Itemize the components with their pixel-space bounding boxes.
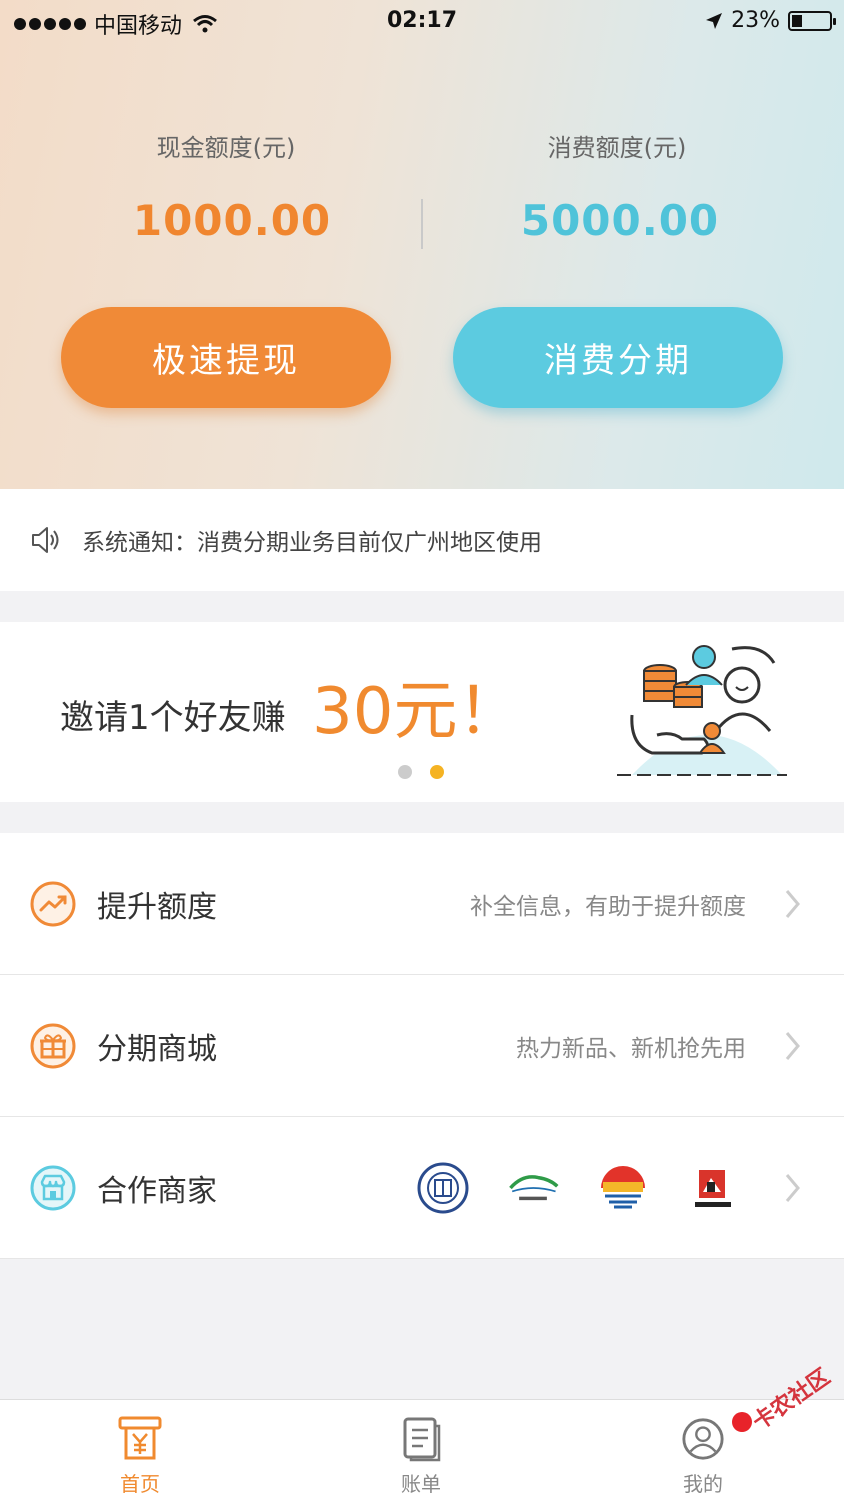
- speaker-icon: [32, 527, 59, 553]
- tab-bar: 首页 账单 我的: [0, 1399, 844, 1500]
- trend-up-icon: [30, 881, 76, 926]
- partner-seal-logo-icon[interactable]: [417, 1162, 469, 1214]
- partner-car-logo-icon[interactable]: [507, 1162, 559, 1214]
- carousel-dots: [398, 765, 444, 779]
- list-item-desc: 补全信息，有助于提升额度: [470, 893, 746, 920]
- chevron-right-icon: [785, 1173, 800, 1202]
- feature-list: 提升额度 补全信息，有助于提升额度 分期商城 热力新品、新机抢先用 合作商家: [0, 833, 844, 1259]
- location-arrow-icon: [706, 12, 723, 29]
- tab-mine-label: 我的: [683, 1472, 723, 1496]
- quota-divider: [421, 199, 423, 249]
- cash-quota-value: 1000.00: [132, 196, 332, 245]
- banner-text: 邀请1个好友赚: [60, 698, 286, 738]
- user-icon: [682, 1418, 724, 1460]
- banner-highlight: 30元！: [312, 675, 522, 749]
- tab-bill[interactable]: 账单: [361, 1416, 481, 1497]
- tab-bill-label: 账单: [401, 1472, 441, 1496]
- tab-home-label: 首页: [120, 1472, 160, 1496]
- quick-withdraw-button[interactable]: 极速提现: [61, 307, 391, 408]
- consume-quota-label: 消费额度(元): [547, 134, 687, 162]
- chevron-right-icon: [785, 889, 800, 918]
- partner-school-logo-icon[interactable]: [687, 1162, 739, 1214]
- installment-button[interactable]: 消费分期: [453, 307, 783, 408]
- notice-text: 系统通知：消费分期业务目前仅广州地区使用: [82, 530, 542, 556]
- gift-icon: [30, 1023, 76, 1068]
- partner-ga-logo-icon[interactable]: [597, 1162, 649, 1214]
- list-item-partners[interactable]: 合作商家: [0, 1117, 844, 1259]
- status-bar: 中国移动 02:17 23%: [0, 0, 844, 42]
- partner-logos: [417, 1162, 739, 1214]
- list-item-installment-mall[interactable]: 分期商城 热力新品、新机抢先用: [0, 975, 844, 1117]
- tab-home[interactable]: 首页: [80, 1416, 200, 1497]
- bill-icon: [403, 1417, 441, 1462]
- battery-percent: 23%: [731, 8, 780, 33]
- cash-quota-label: 现金额度(元): [156, 134, 296, 162]
- list-item-title: 提升额度: [97, 889, 217, 925]
- consume-quota-value: 5000.00: [520, 196, 720, 245]
- list-item-raise-quota[interactable]: 提升额度 补全信息，有助于提升额度: [0, 833, 844, 975]
- yuan-atm-icon: [118, 1416, 162, 1460]
- system-notice[interactable]: 系统通知：消费分期业务目前仅广州地区使用: [0, 489, 844, 591]
- list-item-desc: 热力新品、新机抢先用: [516, 1035, 746, 1062]
- carousel-dot-active[interactable]: [430, 765, 444, 779]
- carousel-dot[interactable]: [398, 765, 412, 779]
- battery-icon: [788, 10, 836, 31]
- list-item-title: 合作商家: [97, 1173, 217, 1209]
- invite-friends-illustration-icon: [617, 645, 787, 776]
- header-panel: 中国移动 02:17 23% 现金额度(元) 1000.00 消费额度(元) 5…: [0, 0, 844, 489]
- store-icon: [30, 1165, 76, 1210]
- list-item-title: 分期商城: [97, 1031, 217, 1067]
- chevron-right-icon: [785, 1031, 800, 1060]
